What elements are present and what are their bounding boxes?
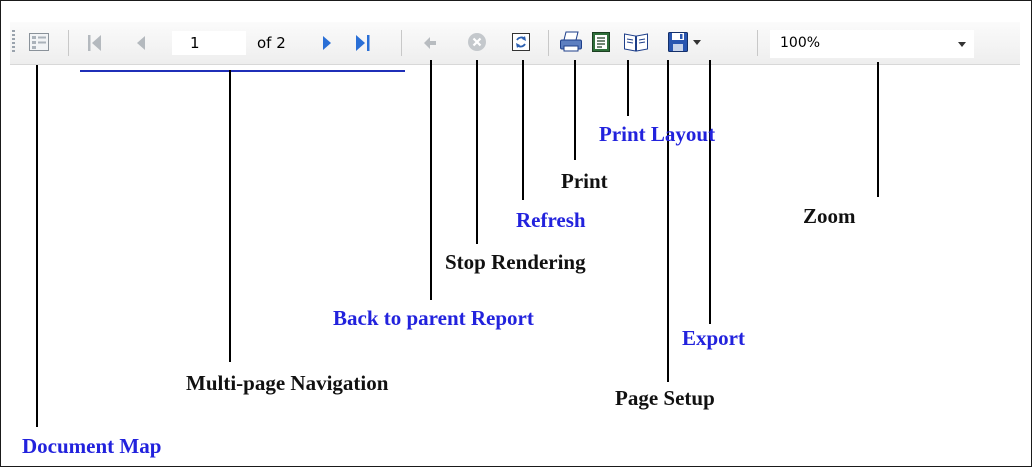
toolbar-grip[interactable]: [12, 30, 15, 54]
previous-page-icon[interactable]: [134, 33, 148, 53]
print-layout-label: Print Layout: [599, 122, 716, 146]
page-setup-icon[interactable]: [622, 30, 650, 54]
back-to-parent-report-label: Back to parent Report: [333, 306, 534, 330]
document-map-label: Document Map: [22, 434, 162, 458]
page-setup-label: Page Setup: [615, 386, 715, 410]
export-label: Export: [682, 326, 745, 350]
last-page-icon[interactable]: [354, 33, 372, 53]
toolbar-separator: [68, 30, 69, 56]
zoom-select[interactable]: 100%: [770, 30, 974, 58]
export-dropdown-arrow-icon[interactable]: [693, 40, 701, 46]
next-page-icon[interactable]: [320, 33, 334, 53]
print-layout-icon[interactable]: [590, 30, 612, 54]
zoom-dropdown-arrow-icon[interactable]: [958, 42, 966, 47]
refresh-pointer-line: [522, 60, 524, 200]
document-map-icon[interactable]: [28, 31, 50, 53]
multi-page-navigation-underline: [80, 70, 405, 72]
printer-icon[interactable]: [558, 30, 584, 54]
export-pointer-line: [709, 60, 711, 324]
print-pointer-line: [574, 60, 576, 160]
multi-page-navigation-label: Multi-page Navigation: [186, 371, 389, 395]
toolbar-separator: [757, 30, 758, 56]
zoom-label: Zoom: [803, 204, 856, 228]
stop-rendering-label: Stop Rendering: [445, 250, 586, 274]
print-label: Print: [561, 169, 608, 193]
save-disk-icon[interactable]: [666, 30, 690, 54]
toolbar-separator: [401, 30, 402, 56]
page-count-label: of 2: [257, 34, 286, 52]
print-layout-pointer-line: [627, 60, 629, 116]
first-page-icon[interactable]: [86, 33, 104, 53]
stop-icon[interactable]: [466, 31, 488, 53]
refresh-label: Refresh: [516, 208, 586, 232]
current-page-input[interactable]: [172, 31, 246, 55]
multi-page-navigation-pointer-line: [229, 70, 231, 362]
toolbar-separator: [548, 30, 549, 56]
zoom-pointer-line: [877, 62, 879, 197]
report-viewer-toolbar: of 2: [10, 22, 1020, 65]
stop-rendering-pointer-line: [476, 60, 478, 244]
refresh-icon[interactable]: [510, 31, 532, 53]
document-map-pointer-line: [36, 65, 38, 427]
back-to-parent-pointer-line: [430, 60, 432, 300]
back-arrow-icon[interactable]: [420, 33, 440, 53]
page-setup-pointer-line: [667, 60, 669, 382]
zoom-value: 100%: [780, 35, 821, 51]
